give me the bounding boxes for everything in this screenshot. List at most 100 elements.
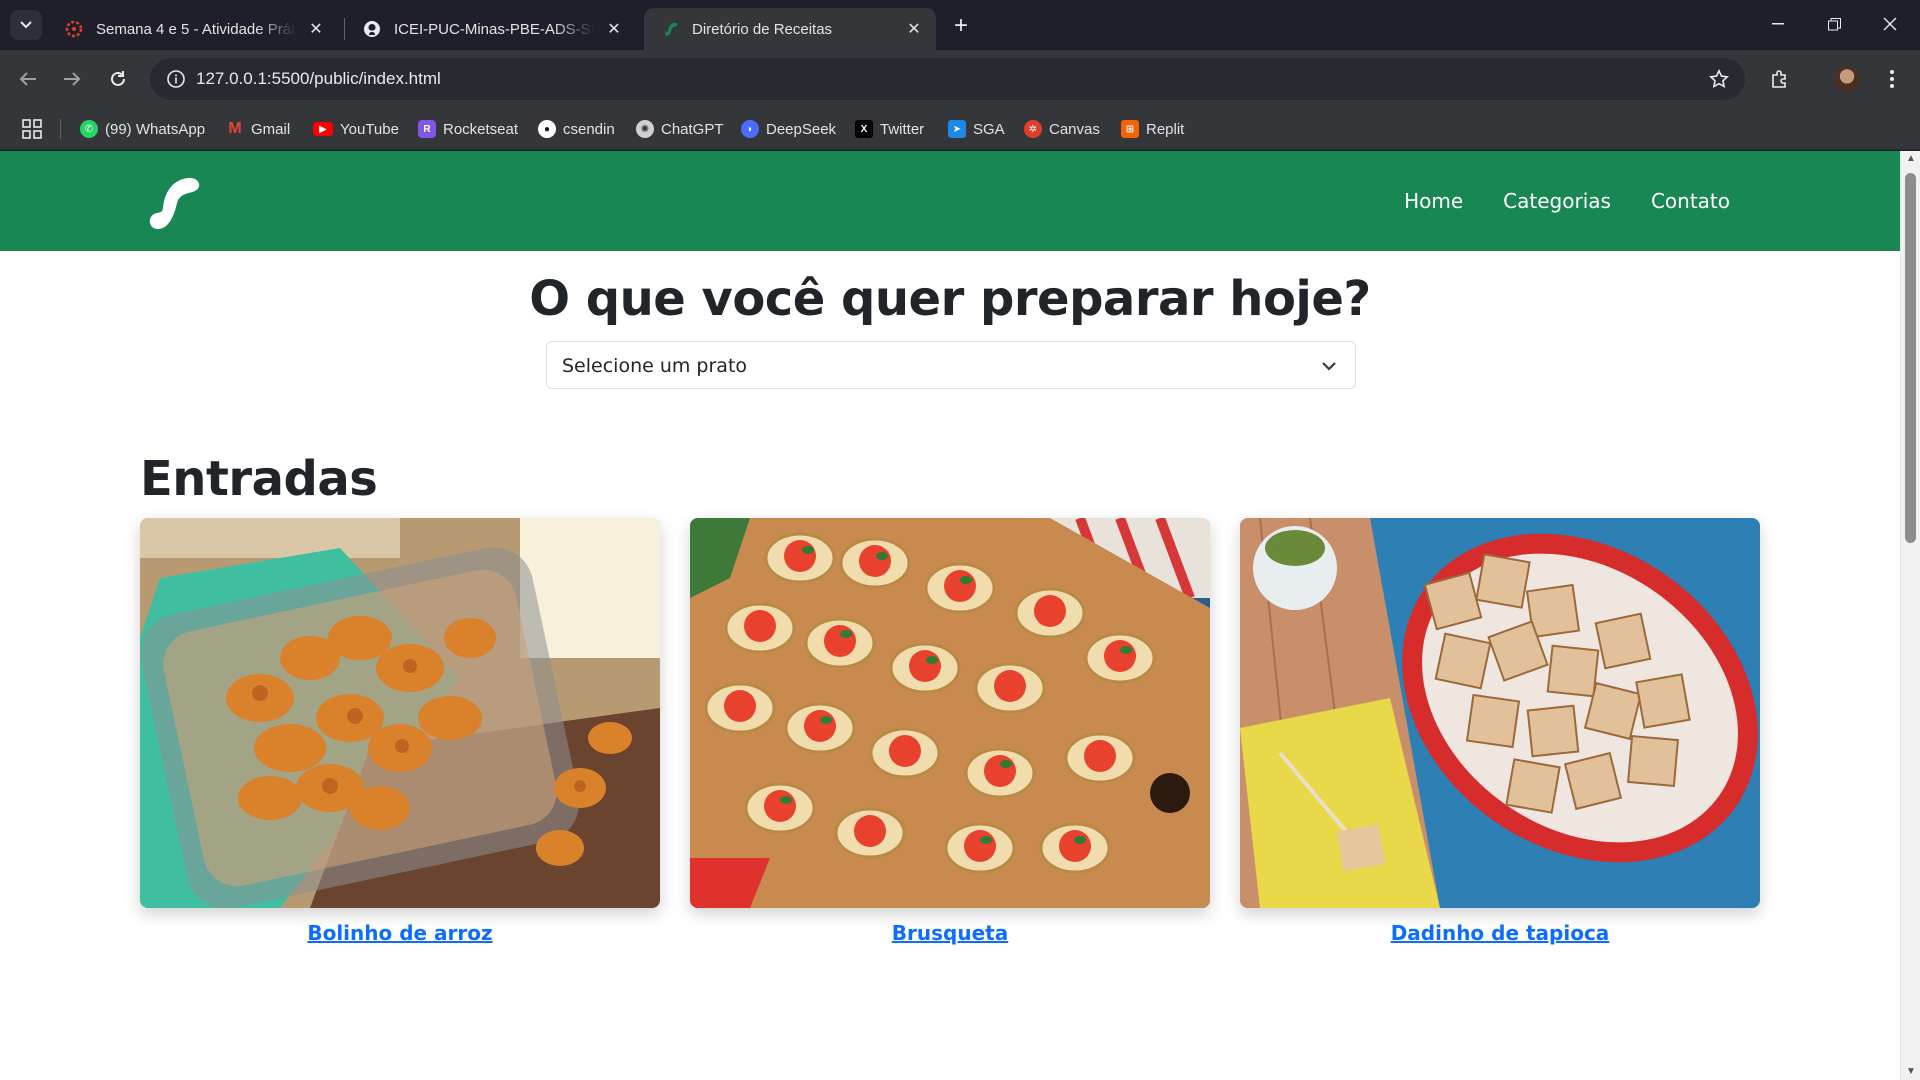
bookmark-deepseek[interactable]: ◗ DeepSeek [741,118,836,140]
minimize-button[interactable] [1750,0,1806,48]
bookmark-label: Replit [1146,120,1185,138]
hero-title: O que você quer preparar hoje? [529,271,1371,327]
recipe-link-brusqueta[interactable]: Brusqueta [690,921,1210,945]
tab-semana[interactable]: Semana 4 e 5 - Atividade Prática ✕ [48,8,338,50]
canvas-icon: ✲ [1024,120,1042,138]
recipe-card-image[interactable] [690,518,1210,908]
new-tab-button[interactable]: + [946,12,976,40]
tab-title: Diretório de Receitas [692,20,833,38]
fried-rice-balls-photo [140,518,660,908]
reload-icon [111,71,125,86]
more-vert-icon [1890,70,1894,88]
bookmark-label: csendin [563,120,615,138]
page-scrollbar[interactable]: ▲ ▼ [1900,151,1920,1080]
bookmark-csendin[interactable]: ● csendin [538,118,615,140]
scroll-down-arrow-icon[interactable]: ▼ [1905,1066,1917,1078]
browser-tab-bar: Semana 4 e 5 - Atividade Prática ✕ ICEI-… [0,0,1920,50]
bookmark-label: Rocketseat [443,120,519,138]
nav-contato-link[interactable]: Contato [1651,189,1730,213]
recipe-card-image[interactable] [140,518,660,908]
restore-icon [1827,17,1841,30]
tab-search-button[interactable] [10,10,42,40]
recipe-link-bolinho[interactable]: Bolinho de arroz [140,921,660,945]
bookmark-twitter[interactable]: X Twitter [855,118,924,140]
bookmark-label: SGA [973,120,1005,138]
arrow-right-icon [64,72,81,86]
minimize-icon [1772,23,1784,25]
x-icon: X [855,120,873,138]
bookmark-label: Gmail [251,120,291,138]
close-icon [1883,17,1897,31]
page-viewport: Home Categorias Contato O que você quer … [0,151,1920,1080]
close-icon[interactable]: ✕ [902,17,926,41]
bookmark-rocketseat[interactable]: R Rocketseat [418,118,518,140]
bookmark-canvas[interactable]: ✲ Canvas [1024,118,1100,140]
bookmark-label: Twitter [880,120,925,138]
bookmark-label: ChatGPT [661,120,724,138]
recipe-card-image[interactable] [1240,518,1760,908]
forward-button[interactable] [56,63,88,95]
gmail-icon: M [228,120,242,137]
tapioca-cubes-photo [1240,518,1760,908]
chevron-down-icon [20,21,32,29]
scrollbar-thumb[interactable] [1905,173,1916,543]
dish-select-value: Selecione um prato [562,355,748,377]
nav-home-link[interactable]: Home [1404,189,1463,213]
bookmark-chatgpt[interactable]: ✺ ChatGPT [636,118,724,140]
bruschetta-photo [690,518,1210,908]
restore-button[interactable] [1806,0,1862,48]
close-icon[interactable]: ✕ [304,17,328,41]
canvas-icon [64,19,84,39]
bookmark-sga[interactable]: ➤ SGA [948,118,1005,140]
extensions-button[interactable] [1764,63,1796,95]
bookmark-whatsapp[interactable]: ✆ (99) WhatsApp [80,118,205,140]
reload-button[interactable] [102,63,134,95]
nav-categorias-link[interactable]: Categorias [1503,189,1611,213]
bookmark-label: (99) WhatsApp [105,120,206,138]
sga-icon: ➤ [948,120,966,138]
site-nav: Home Categorias Contato [1364,151,1730,251]
dish-select[interactable]: Selecione um prato [546,341,1356,389]
tab-title: Semana 4 e 5 - Atividade Prática [96,20,296,38]
deepseek-icon: ◗ [741,120,759,138]
tab-diretorio[interactable]: Diretório de Receitas ✕ [644,8,936,50]
github-icon [362,19,382,39]
browser-toolbar: 127.0.0.1:5500/public/index.html [0,50,1920,108]
apps-grid-icon[interactable] [22,119,42,139]
site-header: Home Categorias Contato [0,151,1900,251]
bookmark-label: Canvas [1049,120,1100,138]
tab-github[interactable]: ICEI-PUC-Minas-PBE-ADS-SI/trabalho ✕ [346,8,636,50]
recipe-link-dadinho[interactable]: Dadinho de tapioca [1240,921,1760,945]
site-logo-icon[interactable] [140,169,204,233]
chatgpt-icon: ✺ [636,120,654,138]
profile-avatar[interactable] [1834,66,1860,92]
bookmark-separator [60,119,61,139]
site-logo-icon [660,19,680,39]
close-window-button[interactable] [1862,0,1918,48]
github-icon: ● [538,120,556,138]
bookmark-label: YouTube [340,120,399,138]
url-text: 127.0.0.1:5500/public/index.html [196,69,441,88]
bookmark-gmail[interactable]: M Gmail [226,118,290,140]
bookmark-youtube[interactable]: ▶ YouTube [313,118,399,140]
chevron-down-icon [1322,362,1336,371]
scroll-up-arrow-icon[interactable]: ▲ [1905,153,1917,165]
site-info-icon[interactable] [164,67,188,91]
bookmark-label: DeepSeek [766,120,837,138]
whatsapp-icon: ✆ [80,120,98,138]
back-button[interactable] [12,63,44,95]
bookmarks-bar: ✆ (99) WhatsApp M Gmail ▶ YouTube R Rock… [0,108,1920,150]
browser-menu-button[interactable] [1876,63,1908,95]
replit-icon: ⊞ [1121,120,1139,138]
puzzle-icon [1772,70,1786,88]
address-bar[interactable]: 127.0.0.1:5500/public/index.html [150,58,1745,100]
close-icon[interactable]: ✕ [602,17,626,41]
section-title: Entradas [140,451,378,507]
youtube-icon: ▶ [313,122,333,136]
arrow-left-icon [19,72,36,86]
bookmark-star-icon[interactable] [1707,67,1731,91]
tab-title: ICEI-PUC-Minas-PBE-ADS-SI/trabalho [394,20,594,38]
rocketseat-icon: R [418,120,436,138]
tab-separator [344,18,345,40]
bookmark-replit[interactable]: ⊞ Replit [1121,118,1184,140]
